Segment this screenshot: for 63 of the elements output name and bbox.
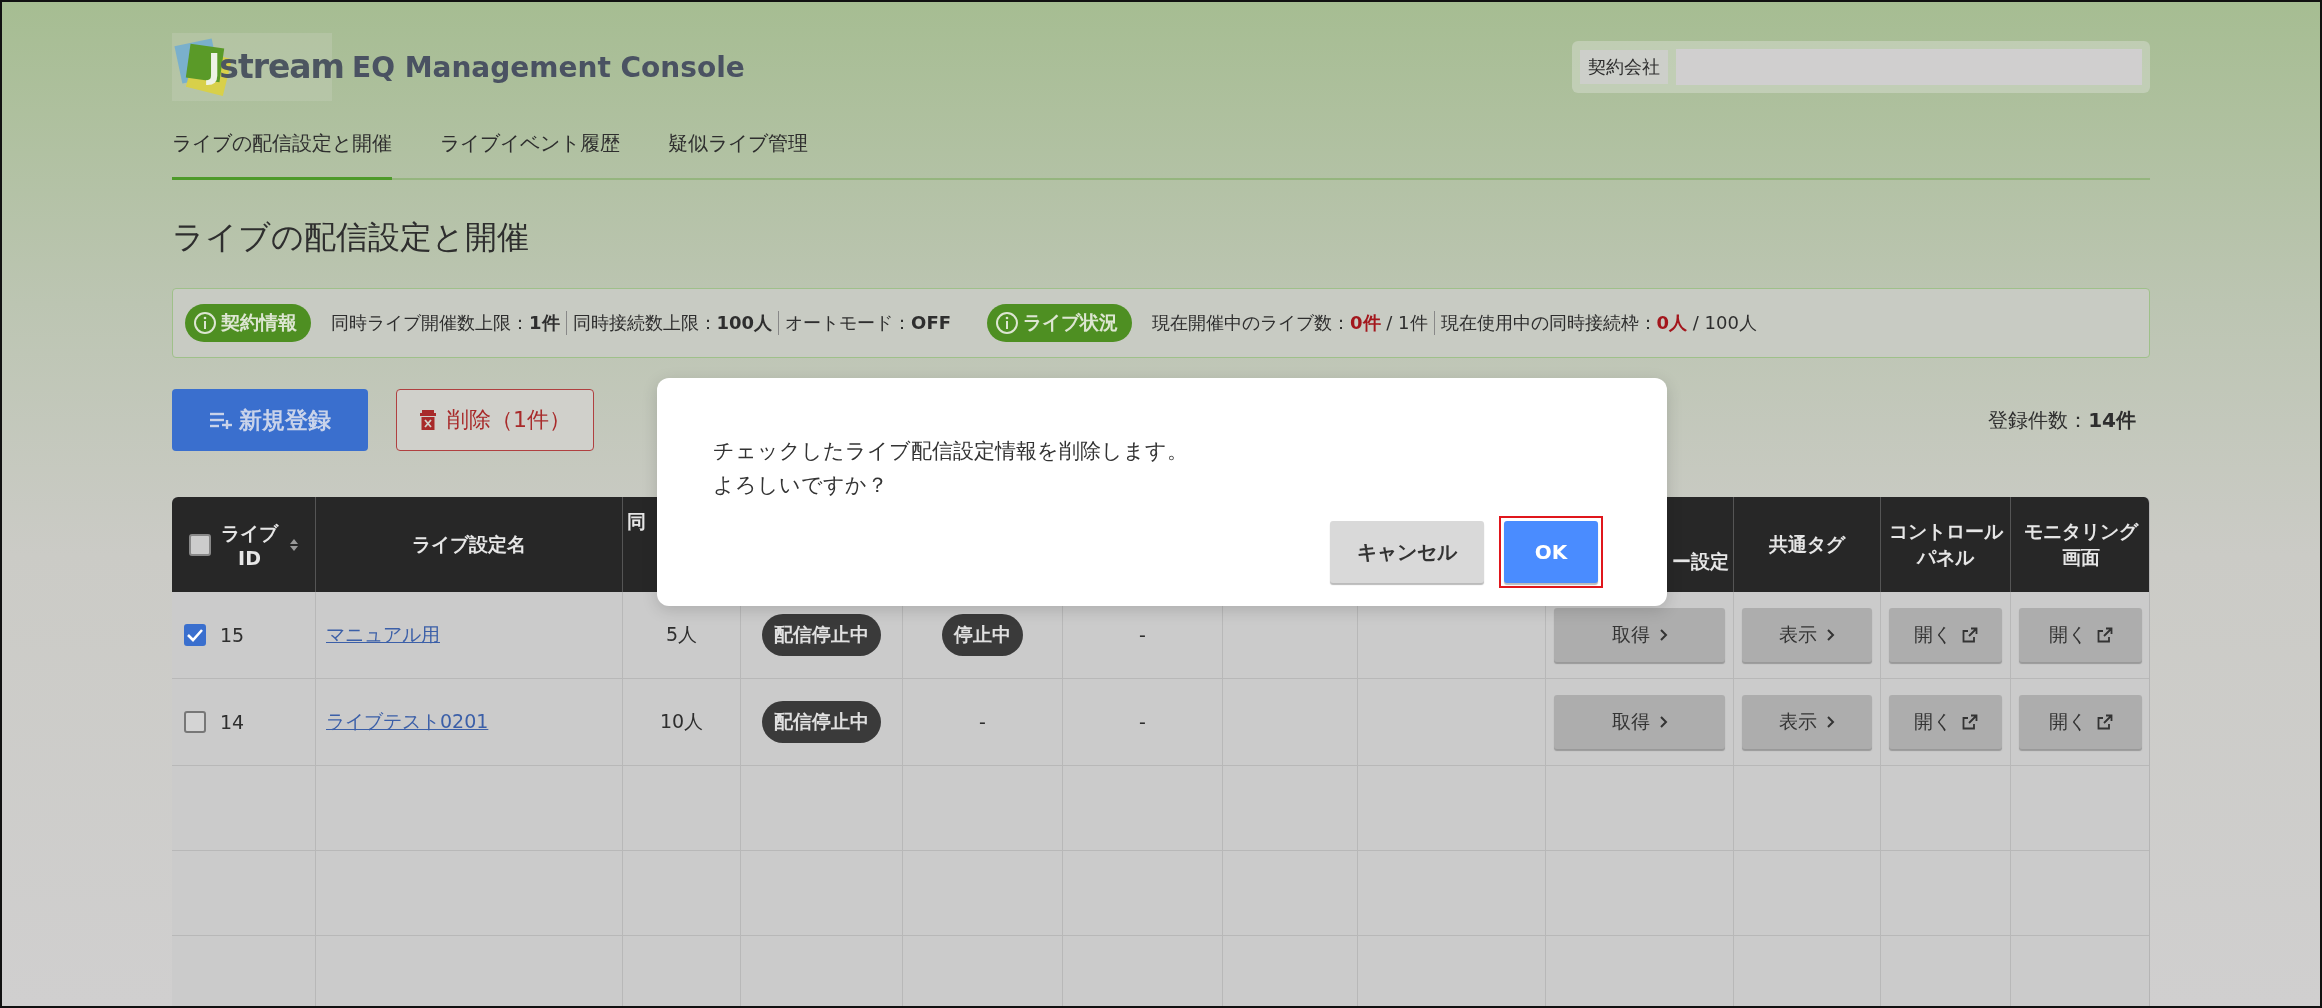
row-checkbox[interactable] (184, 711, 206, 733)
info-text: 現在開催中のライブ数：0件 / 1件 (1151, 311, 1429, 335)
nav-tab[interactable]: ライブイベント履歴 (440, 130, 620, 180)
table-cell-text: 10人 (659, 709, 704, 734)
dialog-message: チェックしたライブ配信設定情報を削除します。 (713, 438, 1189, 465)
column-header: モニタリング画面 (2022, 518, 2140, 570)
delete-button[interactable]: 削除（1件） (396, 389, 594, 451)
status-chip: 配信停止中 (762, 701, 881, 743)
column-header: ライブ設定名 (412, 531, 526, 557)
ok-button[interactable]: OK (1504, 521, 1598, 583)
open-button[interactable]: 開く (2019, 608, 2142, 662)
info-badge: 契約情報 (185, 304, 311, 342)
page-title: ライブの配信設定と開催 (172, 217, 530, 258)
column-header: コントロールパネル (1887, 518, 2004, 570)
cancel-button[interactable]: キャンセル (1330, 521, 1484, 583)
list-plus-icon (209, 411, 233, 429)
table-cell-text: 5人 (665, 622, 698, 647)
company-field[interactable] (1676, 49, 2142, 85)
chevron-right-icon (1659, 628, 1668, 642)
external-link-icon (1961, 714, 1978, 730)
nav-tab[interactable]: 疑似ライブ管理 (668, 130, 808, 180)
info-icon (193, 311, 217, 335)
info-text: 同時ライブ開催数上限：1件 (330, 311, 561, 335)
status-chip: 停止中 (942, 614, 1023, 656)
external-link-icon (2096, 627, 2113, 643)
company-label: 契約会社 (1580, 50, 1668, 84)
status-chip: 配信停止中 (762, 614, 881, 656)
record-count: 登録件数：14件 (1988, 406, 2136, 434)
setting-name-link[interactable]: ライブテスト0201 (326, 709, 489, 735)
table-cell: - (1139, 624, 1146, 646)
select-all-checkbox[interactable] (188, 533, 211, 556)
table-cell: - (979, 711, 986, 733)
column-header: 同 (627, 509, 646, 534)
chevron-right-icon (1659, 715, 1668, 729)
column-header: 共通タグ (1769, 531, 1845, 557)
column-header: ー設定 (1672, 548, 1729, 574)
info-text: オートモード：OFF (778, 311, 957, 335)
row-action-button[interactable]: 表示 (1742, 608, 1872, 662)
app-title: EQ Management Console (352, 50, 745, 84)
info-badge: ライブ状況 (987, 304, 1132, 342)
new-button[interactable]: 新規登録 (172, 389, 368, 451)
chevron-right-icon (1827, 715, 1835, 729)
info-text: 現在使用中の同時接続枠：0人 / 100人 (1433, 311, 1763, 335)
dialog-message: よろしいですか？ (713, 472, 889, 499)
table-cell: - (1139, 711, 1146, 733)
live-id: 14 (220, 711, 245, 733)
row-checkbox[interactable] (184, 624, 206, 646)
nav-tab[interactable]: ライブの配信設定と開催 (172, 130, 392, 180)
row-action-button[interactable]: 取得 (1554, 695, 1725, 749)
info-icon (995, 311, 1019, 335)
open-button[interactable]: 開く (1889, 608, 2002, 662)
info-text: 同時接続数上限：100人 (565, 311, 779, 335)
open-button[interactable]: 開く (1889, 695, 2002, 749)
external-link-icon (1961, 627, 1978, 643)
external-link-icon (2096, 714, 2113, 730)
column-header: ライブID (220, 520, 280, 569)
trash-icon (419, 409, 437, 431)
setting-name-link[interactable]: マニュアル用 (326, 622, 440, 648)
row-action-button[interactable]: 取得 (1554, 608, 1725, 662)
live-id: 15 (220, 624, 245, 646)
open-button[interactable]: 開く (2019, 695, 2142, 749)
chevron-right-icon (1827, 628, 1835, 642)
row-action-button[interactable]: 表示 (1742, 695, 1872, 749)
